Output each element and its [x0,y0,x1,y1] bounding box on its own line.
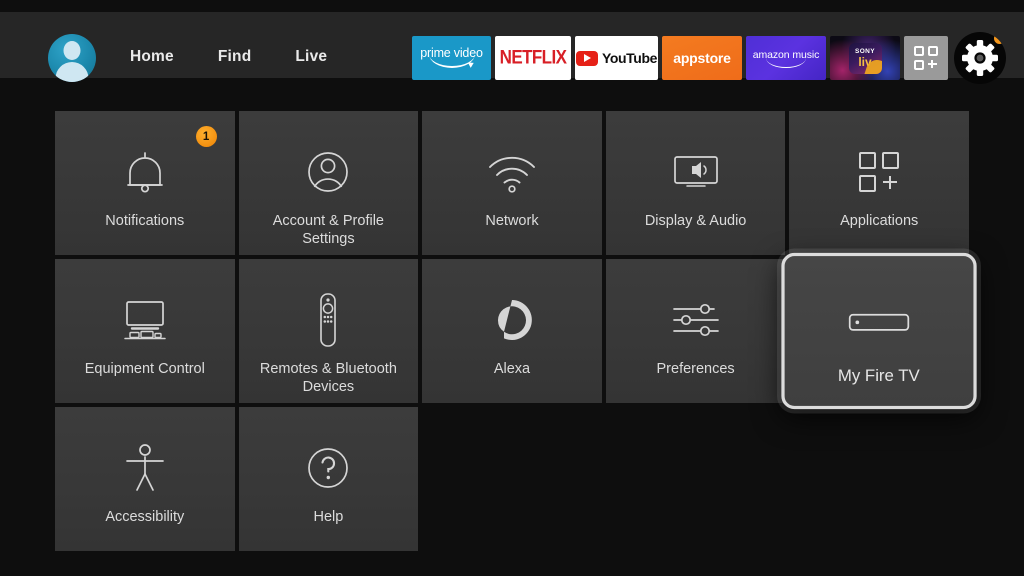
tile-accessibility[interactable]: Accessibility [55,407,235,551]
apps-grid-plus-icon [859,141,900,203]
tile-label: Account & Profile Settings [272,213,384,247]
settings-tile-grid: Notifications 1 Account & Profile Settin… [55,111,977,551]
liv-label: liv [858,55,872,69]
bell-icon [121,141,169,203]
netflix-label: NETFLIX [499,46,567,69]
question-circle-icon [303,437,353,499]
tile-label: Display & Audio [644,213,747,229]
nav-item-find[interactable]: Find [218,48,252,66]
nav-links: Home Find Live [130,24,327,90]
app-youtube[interactable]: YouTube [575,36,658,80]
tile-display-audio[interactable]: Display & Audio [605,111,786,255]
accessibility-person-icon [122,437,168,499]
tile-alexa[interactable]: Alexa [422,259,602,403]
user-avatar[interactable] [48,34,96,82]
amazon-smile-icon [766,62,806,68]
sony-liv-badge: SONY liv [848,42,882,74]
tv-soundbar-icon [117,289,173,351]
gear-notification-dot [994,33,1005,44]
tile-label: Applications [840,213,919,229]
apps-grid-plus-icon [914,46,938,70]
app-shortcut-row: prime video NETFLIX YouTube appstore ama… [412,32,1006,84]
tile-label: Remotes & Bluetooth Devices [259,361,397,395]
tile-preferences[interactable]: Preferences [605,259,786,403]
nav-item-live[interactable]: Live [295,48,327,66]
app-netflix[interactable]: NETFLIX [495,36,571,80]
notifications-badge: 1 [195,126,217,147]
fire-tv-settings-screen: Home Find Live prime video NETFLIX YouTu… [0,0,1024,576]
tv-speaker-icon [668,141,724,203]
tile-help[interactable]: Help [238,407,419,551]
tile-label: Network [485,213,539,229]
user-circle-icon [303,141,353,203]
tile-remotes-bluetooth-devices[interactable]: Remotes & Bluetooth Devices [238,259,419,403]
alexa-ring-icon [487,289,537,351]
tile-notifications[interactable]: Notifications 1 [55,111,235,255]
tile-label: Equipment Control [84,361,205,377]
youtube-play-icon [575,50,598,66]
appstore-label: appstore [673,50,731,66]
tile-my-fire-tv[interactable]: My Fire TV [781,252,977,410]
youtube-label: YouTube [601,50,657,66]
nav-item-home[interactable]: Home [130,48,174,66]
app-grid-button[interactable] [904,36,948,80]
fire-tv-stick-icon [847,289,912,356]
prime-video-smile-icon [428,60,475,69]
sliders-icon [669,289,723,351]
app-amazon-music[interactable]: amazon music [746,36,826,80]
top-navigation-bar: Home Find Live prime video NETFLIX YouTu… [0,12,1024,84]
tile-label: Help [313,509,344,525]
tile-label: My Fire TV [838,366,921,386]
tile-label: Accessibility [105,509,185,525]
tile-label: Notifications [105,213,185,229]
tile-label: Alexa [493,361,531,377]
tile-label: Preferences [656,361,735,377]
tile-account-profile-settings[interactable]: Account & Profile Settings [238,111,419,255]
wifi-icon [485,141,539,203]
avatar-head-icon [63,41,81,60]
tile-applications[interactable]: Applications [789,111,969,255]
app-sony-liv[interactable]: SONY liv [830,36,900,80]
avatar-body-icon [55,62,89,82]
settings-gear-button[interactable] [954,32,1006,84]
tile-network[interactable]: Network [422,111,602,255]
tile-equipment-control[interactable]: Equipment Control [55,259,235,403]
remote-control-icon [313,289,343,351]
app-appstore[interactable]: appstore [662,36,742,80]
sony-label: SONY [854,48,876,55]
app-prime-video[interactable]: prime video [412,36,491,80]
